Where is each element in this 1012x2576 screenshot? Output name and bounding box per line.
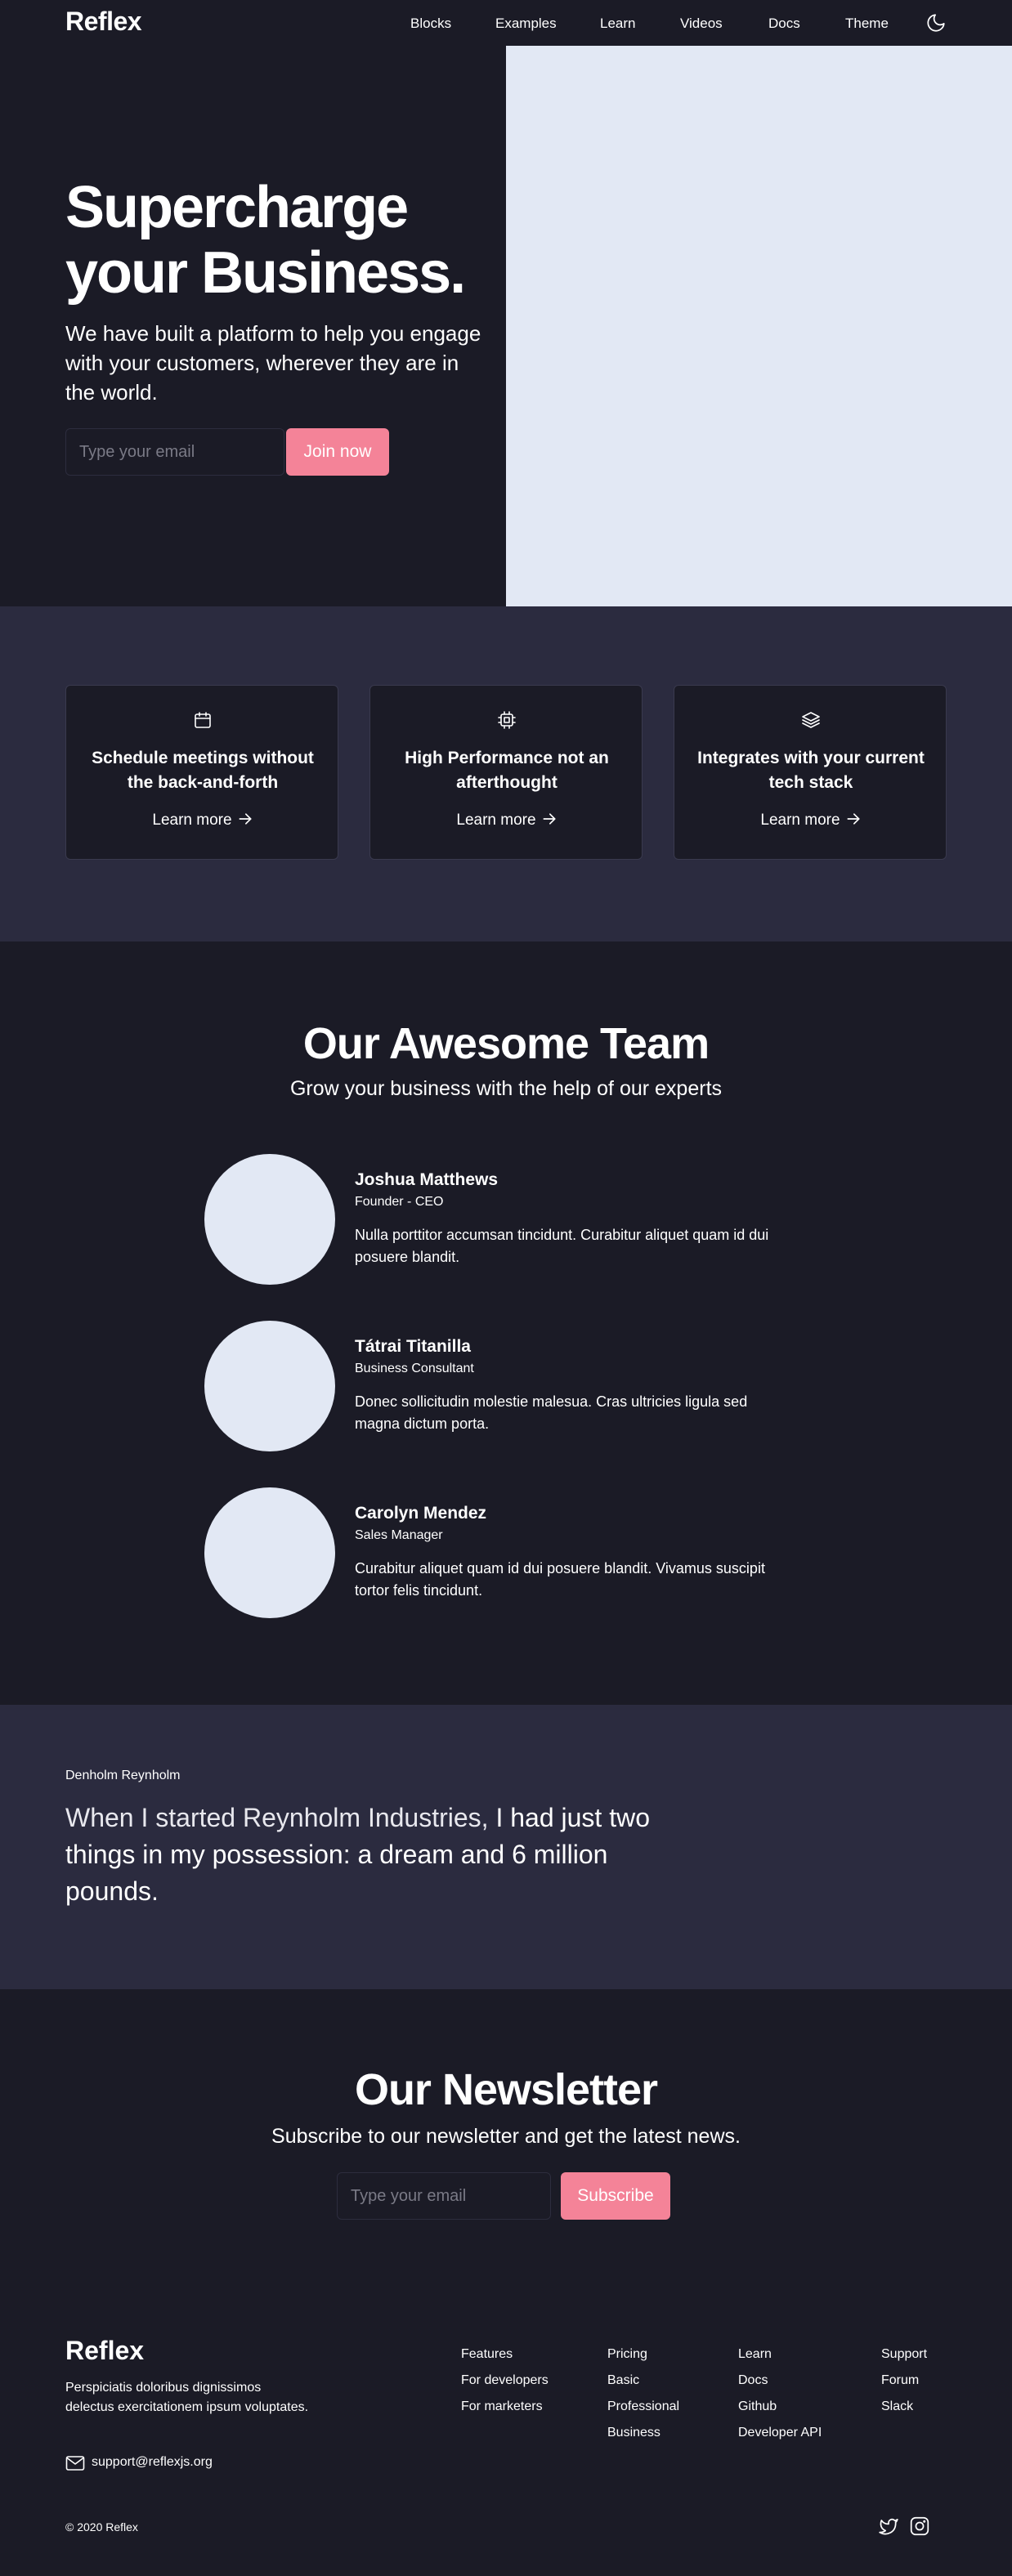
nav-link-learn[interactable]: Learn [600,16,635,32]
member-bio: Donec sollicitudin molestie malesua. Cra… [355,1393,748,1432]
member-role: Business Consultant [355,1362,474,1375]
member-bio: Nulla porttitor accumsan tincidunt. Cura… [355,1227,769,1265]
hero-content: Supercharge your Business. We have built… [0,46,506,606]
footer-link[interactable]: Basic [607,2373,679,2399]
footer-link[interactable]: Forum [881,2373,927,2399]
footer-link[interactable]: Github [738,2399,822,2426]
footer-column-title: Pricing [607,2347,647,2361]
twitter-icon[interactable] [878,2516,899,2537]
footer-link[interactable]: Slack [881,2399,927,2426]
nav-link-examples[interactable]: Examples [495,16,557,32]
quote-text: When I started Reynholm Industries, I ha… [65,1800,687,1910]
footer-email-link[interactable]: support@reflexjs.org [92,2455,213,2470]
page: Reflex Blocks Examples Learn Videos Docs… [0,0,1012,2576]
learn-more-link[interactable]: Learn more [66,811,339,830]
footer-column-title: Support [881,2347,928,2361]
quote-text-light: When I started Reynholm Industries, [65,1803,489,1832]
member-bio: Curabitur aliquet quam id dui posuere bl… [355,1560,765,1599]
team-section: Our Awesome Team Grow your business with… [0,941,1012,1705]
quote-author: Denholm Reynholm [65,1769,181,1782]
footer-description: Perspiciatis doloribus dignissimos delec… [65,2381,309,2414]
team-subtitle: Grow your business with the help of our … [289,1077,723,1100]
feature-card: Integrates with your current tech stack … [674,685,947,860]
learn-more-label: Learn more [760,812,840,829]
features-section: Schedule meetings without the back-and-f… [0,606,1012,941]
footer-link[interactable]: Docs [738,2373,822,2399]
mail-icon [65,2456,85,2471]
learn-more-label: Learn more [152,812,232,829]
learn-more-link[interactable]: Learn more [674,811,947,830]
team-member: Carolyn Mendez Sales Manager Curabitur a… [204,1487,793,1618]
layers-icon [802,712,820,728]
feature-card: High Performance not an afterthought Lea… [369,685,643,860]
footer-logo[interactable]: Reflex [65,2336,144,2366]
nav-link-blocks[interactable]: Blocks [410,16,451,32]
hero-email-input[interactable]: Type your email [65,428,284,476]
hero-title: Supercharge your Business. [65,175,466,306]
footer-link[interactable]: Professional [607,2399,679,2426]
footer-column-title: Features [461,2347,513,2361]
hero-section: Supercharge your Business. We have built… [0,46,1012,606]
avatar [204,1154,335,1285]
footer-link[interactable]: For developers [461,2373,549,2399]
instagram-icon[interactable] [909,2516,930,2537]
arrow-right-icon [239,813,252,825]
footer-link[interactable]: Business [607,2426,679,2452]
feature-title: Integrates with your current tech stack [697,749,925,792]
member-role: Sales Manager [355,1528,443,1542]
feature-title: High Performance not an afterthought [405,749,609,792]
arrow-right-icon [847,813,860,825]
team-member: Joshua Matthews Founder - CEO Nulla port… [204,1154,793,1285]
member-name: Tátrai Titanilla [355,1337,471,1356]
testimonial-section: Denholm Reynholm When I started Reynholm… [0,1705,1012,1989]
nav-link-theme[interactable]: Theme [845,16,889,32]
nav-links: Blocks Examples Learn Videos Docs Theme [0,16,1012,32]
subscribe-button[interactable]: Subscribe [561,2172,670,2220]
learn-more-label: Learn more [456,812,536,829]
newsletter-title: Our Newsletter [354,2065,658,2114]
copyright: © 2020 Reflex [65,2520,138,2534]
learn-more-link[interactable]: Learn more [370,811,643,830]
hero-image-placeholder [506,46,1012,606]
footer-column-support: Support Forum Slack [881,2347,927,2426]
footer-link[interactable]: For marketers [461,2399,549,2426]
newsletter-subtitle: Subscribe to our newsletter and get the … [271,2125,741,2148]
newsletter-email-input[interactable]: Type your email [337,2172,551,2220]
moon-icon[interactable] [925,12,947,34]
footer-column-features: Features For developers For marketers [461,2347,549,2426]
cpu-icon [498,711,516,729]
avatar [204,1321,335,1451]
member-name: Carolyn Mendez [355,1504,487,1523]
nav-link-videos[interactable]: Videos [680,16,723,32]
team-title: Our Awesome Team [302,1019,710,1068]
join-now-button[interactable]: Join now [286,428,389,476]
footer-column-title: Learn [738,2347,772,2361]
footer-column-pricing: Pricing Basic Professional Business [607,2347,679,2452]
top-nav: Reflex Blocks Examples Learn Videos Docs… [0,0,1012,46]
nav-link-docs[interactable]: Docs [768,16,800,32]
feature-card: Schedule meetings without the back-and-f… [65,685,338,860]
footer: Reflex Perspiciatis doloribus dignissimo… [0,2259,1012,2576]
member-role: Founder - CEO [355,1195,444,1209]
footer-link[interactable]: Developer API [738,2426,822,2452]
avatar [204,1487,335,1618]
footer-column-learn: Learn Docs Github Developer API [738,2347,822,2452]
newsletter-section: Our Newsletter Subscribe to our newslett… [0,1989,1012,2259]
team-member: Tátrai Titanilla Business Consultant Don… [204,1321,793,1451]
calendar-icon [195,712,211,728]
arrow-right-icon [543,813,556,825]
member-name: Joshua Matthews [355,1170,499,1189]
feature-title: Schedule meetings without the back-and-f… [92,749,314,792]
hero-subtitle: We have built a platform to help you eng… [65,321,481,405]
